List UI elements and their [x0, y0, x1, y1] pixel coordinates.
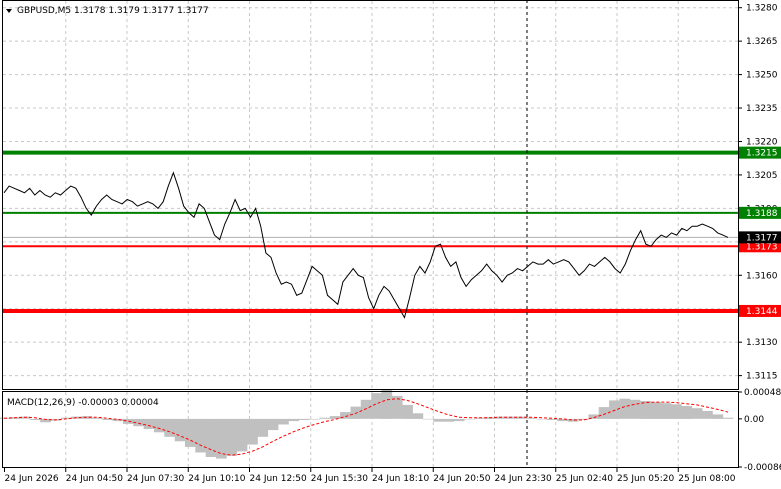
macd-bar: [360, 399, 372, 419]
macd-bar: [453, 418, 465, 422]
macd-bar: [267, 418, 279, 431]
time-tick-label: 24 Jun 07:30: [127, 474, 184, 484]
macd-bar: [319, 417, 331, 419]
macd-bar: [412, 413, 424, 419]
price-tick-label: 1.3160: [746, 271, 778, 281]
macd-bar: [671, 404, 682, 419]
macd-bar: [143, 418, 155, 429]
macd-bar: [681, 406, 693, 419]
macd-tick-label: 0.00048: [744, 388, 781, 398]
macd-bar: [309, 418, 320, 420]
macd-bar: [433, 418, 444, 422]
macd-bar: [278, 418, 289, 425]
macd-bar: [185, 418, 196, 447]
macd-bar: [712, 414, 724, 419]
macd-bar: [257, 418, 269, 437]
macd-bar: [164, 418, 175, 437]
time-tick-label: 24 Jun 20:50: [433, 474, 490, 484]
macd-bar: [195, 418, 206, 453]
price-chart[interactable]: 1.3280 1.3265 1.3250 1.3235 1.3220 1.3205 1.31…: [0, 0, 781, 489]
price-tick-label: 1.3280: [746, 4, 778, 14]
price-tick-label: 1.3265: [746, 37, 778, 47]
macd-bar: [609, 400, 620, 419]
macd-bar: [216, 418, 227, 459]
macd-bar: [536, 418, 548, 420]
macd-label: MACD(12,26,9) -0.00003 0.00004: [7, 398, 159, 408]
macd-bar: [29, 418, 41, 420]
macd-bar: [660, 403, 672, 419]
macd-bar: [691, 408, 703, 419]
macd-bar: [122, 418, 134, 424]
time-tick-label: 24 Jun 18:10: [372, 474, 429, 484]
macd-tick-label: 0.00: [744, 415, 764, 425]
macd-bar: [381, 389, 393, 419]
symbol-header: GBPUSD,M5 1.3178 1.3179 1.3177 1.3177: [17, 6, 209, 16]
time-tick-label: 24 Jun 12:50: [250, 474, 307, 484]
macd-bar: [443, 418, 455, 422]
price-tick-label: 1.3205: [746, 171, 778, 181]
price-tick-label: 1.3220: [746, 137, 778, 147]
time-tick-label: 24 Jun 23:30: [495, 474, 552, 484]
macd-bar: [154, 418, 165, 433]
macd-bar: [236, 418, 248, 452]
time-tick-label: 25 Jun 08:00: [678, 474, 735, 484]
time-tick-label: 25 Jun 05:20: [617, 474, 674, 484]
macd-bar: [702, 411, 713, 419]
macd-bar: [422, 418, 434, 420]
time-tick-label: 24 Jun 10:10: [188, 474, 245, 484]
current-price-label: 1.3177: [746, 233, 778, 243]
level-price-label: 1.3188: [746, 209, 778, 219]
macd-bar: [402, 404, 413, 419]
price-tick-label: 1.3130: [746, 338, 778, 348]
macd-bar: [371, 393, 382, 419]
level-price-label: 1.3215: [746, 149, 778, 159]
macd-bar: [174, 418, 186, 442]
macd-bar: [464, 418, 475, 420]
time-tick-label: 24 Jun 15:30: [311, 474, 368, 484]
macd-bar: [650, 402, 662, 419]
macd-bar: [598, 407, 610, 419]
macd-tick-label: -0.00086: [744, 463, 781, 473]
time-tick-label: 24 Jun 2026: [5, 474, 59, 484]
macd-bar: [298, 418, 310, 420]
price-tick-label: 1.3235: [746, 104, 778, 114]
macd-bar: [629, 399, 641, 419]
time-tick-label: 25 Jun 02:40: [556, 474, 613, 484]
time-tick-label: 24 Jun 04:50: [66, 474, 123, 484]
macd-bar: [722, 417, 734, 419]
level-price-label: 1.3144: [746, 307, 778, 317]
price-tick-label: 1.3115: [746, 372, 778, 382]
macd-bar: [288, 418, 300, 422]
macd-bar: [247, 418, 258, 445]
level-price-label: 1.3173: [746, 242, 778, 252]
macd-bar: [226, 418, 238, 456]
price-tick-label: 1.3250: [746, 71, 778, 81]
macd-bar: [547, 418, 558, 420]
macd-bar: [619, 398, 631, 419]
macd-bar: [329, 416, 341, 419]
